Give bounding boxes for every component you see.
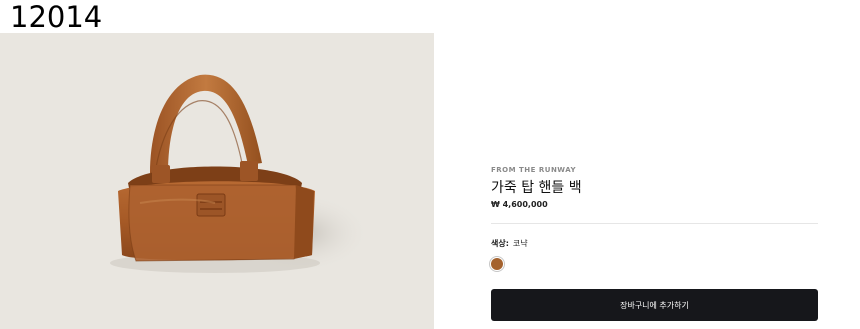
color-label: 색상: (491, 239, 509, 248)
add-to-cart-button[interactable]: 장바구니에 추가하기 (491, 289, 818, 321)
divider (491, 223, 818, 224)
color-swatch-cognac[interactable] (491, 258, 503, 270)
product-title: 가죽 탑 핸들 백 (491, 180, 582, 196)
product-price: ₩ 4,600,000 (491, 200, 548, 209)
color-value: 코냑 (512, 239, 528, 248)
item-id: 12014 (10, 0, 103, 34)
product-details: FROM THE RUNWAY 가죽 탑 핸들 백 ₩ 4,600,000 색상… (491, 0, 818, 329)
product-image (0, 33, 434, 329)
leather-bag-illustration (110, 74, 370, 273)
color-selector-label: 색상: 코냑 (491, 238, 528, 249)
collection-label: FROM THE RUNWAY (491, 166, 577, 174)
